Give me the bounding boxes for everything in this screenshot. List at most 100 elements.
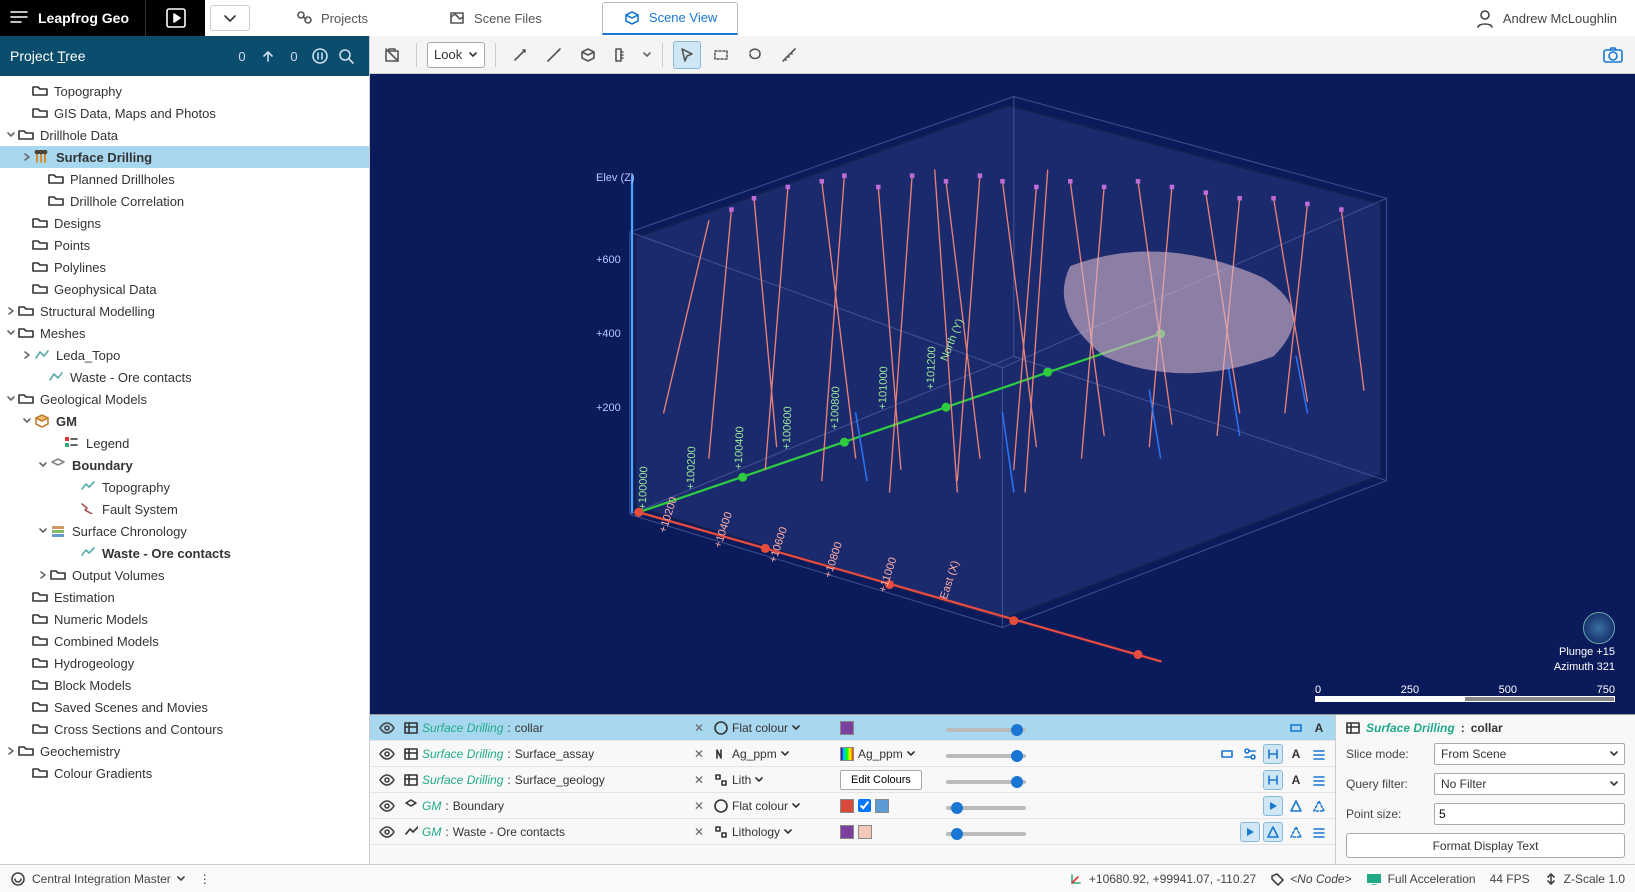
tree-item-planned-drillholes[interactable]: Planned Drillholes xyxy=(0,168,369,190)
draw-plane-icon[interactable] xyxy=(574,41,602,69)
visibility-icon[interactable] xyxy=(376,747,398,761)
chevron-down-icon[interactable] xyxy=(4,130,18,140)
tree-item-output-volumes[interactable]: Output Volumes xyxy=(0,564,369,586)
chevron-down-icon[interactable] xyxy=(642,51,652,59)
label-icon[interactable]: A xyxy=(1286,770,1306,790)
point-size-input[interactable] xyxy=(1434,803,1625,825)
chevron-down-icon[interactable] xyxy=(781,750,789,758)
remove-icon[interactable]: ✕ xyxy=(690,747,708,761)
zscale-control[interactable]: Z-Scale 1.0 xyxy=(1544,872,1625,886)
chevron-down-icon[interactable] xyxy=(36,526,50,536)
format-display-text-button[interactable]: Format Display Text xyxy=(1346,833,1625,858)
tree-item-designs[interactable]: Designs xyxy=(0,212,369,234)
edit-colours-button[interactable]: Edit Colours xyxy=(840,770,922,790)
tab-scene-files[interactable]: Scene Files xyxy=(428,3,562,33)
filter-icon[interactable] xyxy=(1240,744,1260,764)
tree-item-estimation[interactable]: Estimation xyxy=(0,586,369,608)
gradient-swatch[interactable] xyxy=(840,747,854,761)
legend-icon[interactable] xyxy=(1309,744,1329,764)
scene-row-surface-geology[interactable]: Surface Drilling: Surface_geology ✕ Lith… xyxy=(370,767,1335,793)
project-tree[interactable]: Topography GIS Data, Maps and Photos Dri… xyxy=(0,76,369,864)
interval-icon[interactable] xyxy=(1263,744,1283,764)
colour-swatch[interactable] xyxy=(840,825,854,839)
tree-item-hydrogeology[interactable]: Hydrogeology xyxy=(0,652,369,674)
chevron-down-icon[interactable] xyxy=(907,750,915,758)
slice-mode-select[interactable]: From Scene xyxy=(1434,743,1625,765)
query-filter-select[interactable]: No Filter xyxy=(1434,773,1625,795)
tree-item-waste-ore-mesh[interactable]: Waste - Ore contacts xyxy=(0,366,369,388)
draw-line-icon[interactable] xyxy=(540,41,568,69)
lasso-select-icon[interactable] xyxy=(741,41,769,69)
chevron-right-icon[interactable] xyxy=(20,152,34,162)
opacity-slider[interactable] xyxy=(946,780,1026,784)
scene-viewport[interactable]: Elev (Z) +600 +400 +200 East (X) +10200 … xyxy=(370,74,1635,714)
chevron-down-icon[interactable] xyxy=(36,460,50,470)
opacity-slider[interactable] xyxy=(946,754,1026,758)
tree-item-combined-models[interactable]: Combined Models xyxy=(0,630,369,652)
tree-item-geological-models[interactable]: Geological Models xyxy=(0,388,369,410)
colour-swatch[interactable] xyxy=(840,721,854,735)
chevron-down-icon[interactable] xyxy=(4,328,18,338)
tree-item-numeric-models[interactable]: Numeric Models xyxy=(0,608,369,630)
tree-item-structural[interactable]: Structural Modelling xyxy=(0,300,369,322)
tree-item-waste-ore-chron[interactable]: Waste - Ore contacts xyxy=(0,542,369,564)
chevron-down-icon[interactable] xyxy=(755,776,763,784)
remove-icon[interactable]: ✕ xyxy=(690,773,708,787)
tree-item-geophysical[interactable]: Geophysical Data xyxy=(0,278,369,300)
remove-icon[interactable]: ✕ xyxy=(690,825,708,839)
tree-item-points[interactable]: Points xyxy=(0,234,369,256)
tree-item-leda-topo[interactable]: Leda_Topo xyxy=(0,344,369,366)
tree-item-cross-sections[interactable]: Cross Sections and Contours xyxy=(0,718,369,740)
chevron-down-icon[interactable] xyxy=(792,802,800,810)
tree-item-saved-scenes[interactable]: Saved Scenes and Movies xyxy=(0,696,369,718)
tree-item-gm-topography[interactable]: Topography xyxy=(0,476,369,498)
play-icon[interactable] xyxy=(1240,822,1260,842)
scene-row-gm-waste-ore[interactable]: GM: Waste - Ore contacts ✕ Lithology xyxy=(370,819,1335,845)
outline-icon[interactable] xyxy=(1309,796,1329,816)
tree-item-legend[interactable]: Legend xyxy=(0,432,369,454)
chevron-down-icon[interactable] xyxy=(20,416,34,426)
chevron-right-icon[interactable] xyxy=(4,306,18,316)
colour-swatch[interactable] xyxy=(840,799,854,813)
mode-icon[interactable] xyxy=(1217,744,1237,764)
chevron-down-icon[interactable] xyxy=(4,394,18,404)
tree-item-colour-gradients[interactable]: Colour Gradients xyxy=(0,762,369,784)
wireframe-icon[interactable] xyxy=(1286,796,1306,816)
scene-list[interactable]: Surface Drilling: collar ✕ Flat colour A… xyxy=(370,715,1335,864)
user-box[interactable]: Andrew McLoughlin xyxy=(1457,0,1635,36)
tree-item-drillhole-correlation[interactable]: Drillhole Correlation xyxy=(0,190,369,212)
chevron-right-icon[interactable] xyxy=(36,570,50,580)
label-icon[interactable]: A xyxy=(1286,744,1306,764)
tree-item-fault-system[interactable]: Fault System xyxy=(0,498,369,520)
search-icon[interactable] xyxy=(333,43,359,69)
draw-ruler-icon[interactable] xyxy=(608,41,636,69)
tree-item-drillhole-data[interactable]: Drillhole Data xyxy=(0,124,369,146)
tree-item-gm[interactable]: GM xyxy=(0,410,369,432)
opacity-slider[interactable] xyxy=(946,806,1026,810)
tree-item-polylines[interactable]: Polylines xyxy=(0,256,369,278)
label-icon[interactable]: A xyxy=(1309,718,1329,738)
remove-icon[interactable]: ✕ xyxy=(690,799,708,813)
visibility-icon[interactable] xyxy=(376,773,398,787)
wireframe-icon[interactable] xyxy=(1263,822,1283,842)
tree-item-surface-drilling[interactable]: Surface Drilling xyxy=(0,146,369,168)
visibility-icon[interactable] xyxy=(376,825,398,839)
measure-tool-icon[interactable] xyxy=(775,41,803,69)
tree-item-surface-chronology[interactable]: Surface Chronology xyxy=(0,520,369,542)
tree-item-boundary[interactable]: Boundary xyxy=(0,454,369,476)
scene-row-collar[interactable]: Surface Drilling: collar ✕ Flat colour A xyxy=(370,715,1335,741)
title-dropdown[interactable] xyxy=(210,5,250,31)
hamburger-icon[interactable] xyxy=(10,10,28,27)
more-icon[interactable]: ⋮ xyxy=(199,872,211,886)
opacity-slider[interactable] xyxy=(946,832,1026,836)
remove-icon[interactable]: ✕ xyxy=(690,721,708,735)
visibility-icon[interactable] xyxy=(376,799,398,813)
screenshot-icon[interactable] xyxy=(1599,41,1627,69)
pause-icon[interactable] xyxy=(307,43,333,69)
scene-row-surface-assay[interactable]: Surface Drilling: Surface_assay ✕ Ag_ppm… xyxy=(370,741,1335,767)
look-dropdown[interactable]: Look xyxy=(427,42,485,68)
run-button[interactable] xyxy=(145,0,205,36)
opacity-slider[interactable] xyxy=(946,728,1026,732)
tab-projects[interactable]: Projects xyxy=(275,3,388,33)
legend-icon[interactable] xyxy=(1309,822,1329,842)
